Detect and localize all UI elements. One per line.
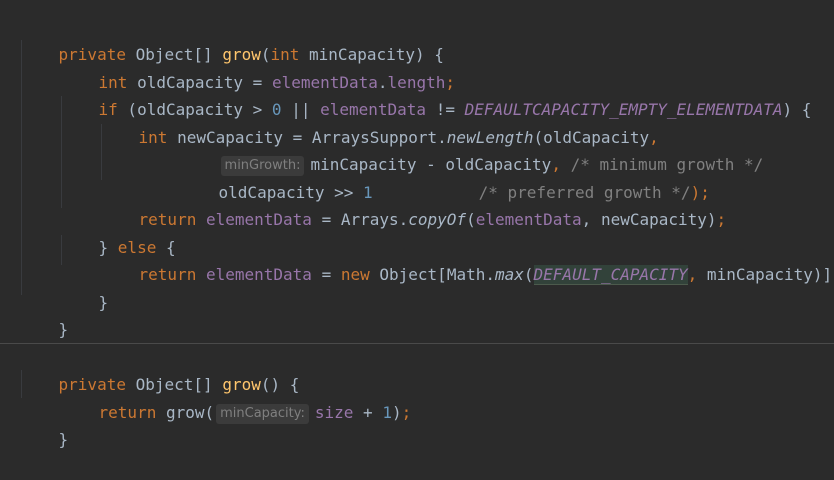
code-line: } — [20, 399, 69, 449]
keyword: return — [138, 265, 197, 284]
code-line: minGrowth: minCapacity - oldCapacity, /* … — [182, 124, 763, 176]
code-line: oldCapacity >> 1 /* preferred growth */)… — [180, 152, 710, 202]
semicolon: ; — [401, 403, 412, 422]
field-ref: elementData — [205, 265, 312, 284]
code-text: Object[Math. — [369, 265, 495, 284]
code-text: = — [311, 265, 341, 284]
code-text: ( — [466, 210, 476, 229]
constant-highlighted[interactable]: DEFAULT_CAPACITY — [533, 265, 688, 285]
keyword: new — [340, 265, 370, 284]
field-ref: elementData — [205, 210, 312, 229]
indent-guide — [21, 370, 22, 398]
code-text: ( — [523, 265, 534, 284]
code-line: } — [20, 289, 69, 339]
code-line: int newCapacity = ArraysSupport.newLengt… — [100, 97, 659, 147]
code-line: private Object[] grow() { — [20, 344, 300, 394]
code-line: return elementData = Arrays.copyOf(eleme… — [100, 179, 727, 229]
method-call: copyOf — [408, 210, 467, 229]
code-text: , newCapacity) — [581, 210, 717, 229]
brace: } — [58, 320, 69, 339]
code-line: if (oldCapacity > 0 || elementData != DE… — [60, 69, 812, 119]
code-line: return grow(minCapacity: size + 1); — [60, 372, 411, 424]
code-text: ) { — [782, 100, 812, 119]
comma: , — [687, 265, 698, 284]
code-text: ) — [391, 403, 402, 422]
field-ref: size — [314, 403, 354, 422]
code-line: return elementData = new Object[Math.max… — [100, 234, 834, 285]
number-literal: 1 — [382, 403, 392, 422]
code-line: } else { — [60, 207, 176, 257]
scrolled-edge — [0, 0, 834, 6]
code-line: } — [60, 262, 109, 312]
field-ref: elementData — [475, 210, 582, 229]
code-text: + — [353, 403, 383, 422]
method-call: max — [494, 265, 524, 284]
code-line: private Object[] grow(int minCapacity) { — [20, 14, 444, 64]
code-editor[interactable]: private Object[] grow(int minCapacity) {… — [0, 0, 834, 449]
keyword: return — [98, 403, 157, 422]
code-text: = Arrays. — [311, 210, 409, 229]
semicolon: ; — [716, 210, 727, 229]
code-text: grow( — [156, 403, 215, 422]
brace: } — [58, 430, 69, 449]
parameter-hint: minCapacity: — [216, 404, 309, 424]
keyword: int — [138, 128, 168, 147]
brace: } — [98, 293, 109, 312]
code-line: int oldCapacity = elementData.length; — [60, 42, 455, 92]
code-text: minCapacity)] — [697, 265, 833, 284]
